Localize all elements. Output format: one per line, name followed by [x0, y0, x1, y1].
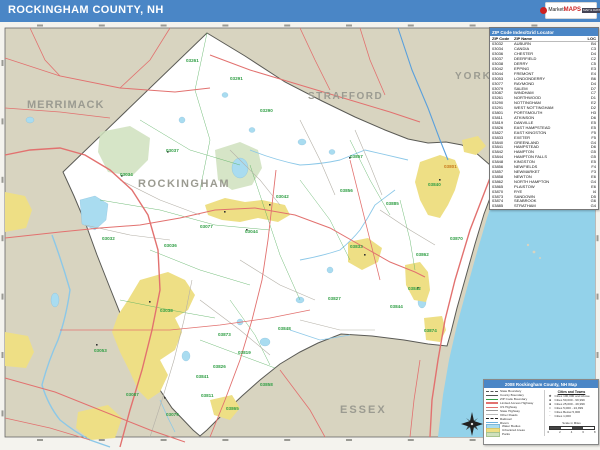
island: [533, 251, 536, 254]
zip-label-03842: 03842: [408, 286, 421, 291]
county-name-label: ROCKINGHAM: [138, 178, 230, 190]
legend-title: 2008 Rockingham County, NH Map: [484, 380, 598, 388]
zip-index-body: 03032 AUBURN B4 03034 CANDIA C3 03036 CH…: [490, 42, 598, 209]
city-symbol-icon: ·: [547, 414, 553, 418]
zip-label-03827: 03827: [328, 296, 341, 301]
zip-name: STRATHAM: [514, 204, 586, 209]
legend-swatch: [486, 402, 498, 404]
zip-label-03261: 03261: [186, 58, 199, 63]
legend-swatch: [486, 407, 498, 408]
zip-label-03833: 03833: [350, 244, 363, 249]
legend-swatch: [486, 399, 498, 400]
cities-header: Cities and Towns: [547, 390, 596, 394]
map-canvas: MERRIMACK STRAFFORD YORK ESSEX ROCKINGHAM 0…: [0, 22, 600, 450]
logo-badge: MAP & DATA: [582, 8, 600, 13]
zip-label-03290: 03290: [260, 108, 273, 113]
scale-label: Scale in Miles: [547, 421, 596, 425]
zip-label-03826: 03826: [213, 364, 226, 369]
zip-index-title: ZIP Code Index/Grid Locator: [490, 28, 598, 36]
zip-label-03291: 03291: [230, 76, 243, 81]
zip-label-03044: 03044: [245, 229, 258, 234]
zip-label-03811: 03811: [201, 393, 214, 398]
zip-label-03862: 03862: [416, 252, 429, 257]
region-label-essex: ESSEX: [340, 404, 387, 416]
region-label-york: YORK: [455, 71, 492, 82]
zip-label-03840: 03840: [428, 182, 441, 187]
island: [539, 257, 541, 259]
scale-bar: Scale in Miles 02468: [547, 421, 596, 435]
zip-label-03053: 03053: [94, 348, 107, 353]
title-bar: ROCKINGHAM COUNTY, NH MarketMAPS MAP & D…: [0, 0, 600, 23]
legend-item-label: Parks: [502, 432, 510, 436]
region-label-merrimack: MERRIMACK: [27, 99, 104, 111]
zip-label-03870: 03870: [450, 236, 463, 241]
legend-swatch: [486, 422, 498, 423]
zip-label-03873: 03873: [218, 332, 231, 337]
zip-grid-loc: G4: [586, 204, 596, 209]
zip-label-03038: 03038: [160, 308, 173, 313]
zip-label-03819: 03819: [238, 350, 251, 355]
zip-label-03077: 03077: [200, 224, 213, 229]
logo-text: MarketMAPS: [548, 8, 581, 13]
island: [527, 244, 529, 246]
logo-burst-icon: [540, 7, 547, 14]
zip-label-03036: 03036: [164, 243, 177, 248]
zip-label-03874: 03874: [424, 328, 437, 333]
legend-cities: Cities and Towns ★ Cities 100,000 and Ab…: [544, 390, 596, 437]
zip-label-03034: 03034: [120, 172, 133, 177]
marketmaps-logo: MarketMAPS MAP & DATA: [545, 2, 597, 19]
legend-swatch: [486, 410, 498, 411]
zip-label-03042: 03042: [276, 194, 289, 199]
zip-label-03848: 03848: [278, 326, 291, 331]
zip-label-03087: 03087: [126, 392, 139, 397]
city-class-label: Cities 1,000: [555, 414, 571, 418]
zip-table-row: 03885 STRATHAM G4: [490, 204, 598, 209]
zip-label-03885: 03885: [386, 201, 399, 206]
page-title: ROCKINGHAM COUNTY, NH: [8, 4, 164, 16]
legend-item: Parks: [486, 432, 544, 436]
zip-code-index: ZIP Code Index/Grid Locator ZIP Code ZIP…: [489, 27, 599, 210]
legend-swatch: [486, 395, 498, 396]
map-page: ROCKINGHAM COUNTY, NH MarketMAPS MAP & D…: [0, 0, 600, 450]
zip-label-03801: 03801: [444, 164, 457, 169]
legend-symbols: State Boundary County Boundary ZIP Code …: [486, 390, 544, 437]
legend-swatch: [486, 418, 498, 419]
zip-code: 03885: [492, 204, 514, 209]
zip-label-03841: 03841: [196, 374, 209, 379]
zip-label-03079: 03079: [166, 412, 179, 417]
map-legend: 2008 Rockingham County, NH Map State Bou…: [483, 379, 599, 445]
zip-label-03857: 03857: [350, 154, 363, 159]
legend-swatch: [486, 391, 498, 392]
zip-label-03858: 03858: [260, 382, 273, 387]
zip-label-03032: 03032: [102, 236, 115, 241]
legend-city-class: · Cities 1,000: [547, 414, 596, 418]
region-label-strafford: STRAFFORD: [308, 91, 383, 102]
zip-label-03856: 03856: [340, 188, 353, 193]
legend-swatch: [486, 432, 500, 437]
zip-label-03844: 03844: [390, 304, 403, 309]
zip-label-03865: 03865: [226, 406, 239, 411]
zip-label-03037: 03037: [166, 148, 179, 153]
legend-swatch: [486, 414, 498, 415]
